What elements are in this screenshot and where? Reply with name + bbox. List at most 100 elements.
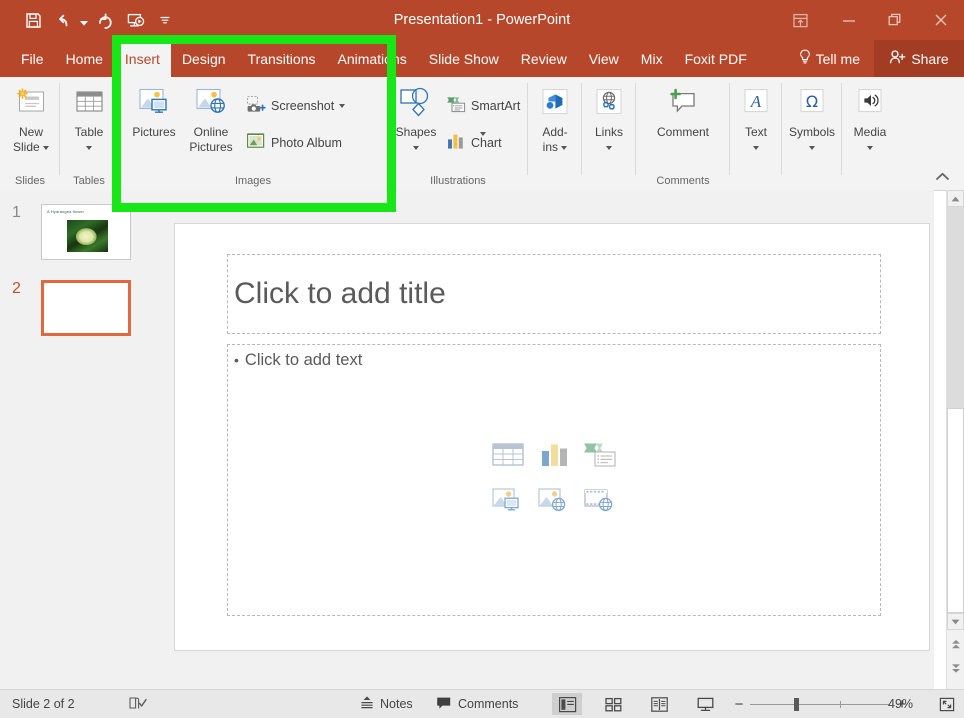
scrollbar-thumb[interactable] — [947, 408, 964, 613]
share-label: Share — [911, 51, 948, 67]
tab-slide-show[interactable]: Slide Show — [418, 40, 510, 77]
new-slide-label-2: Slide — [13, 140, 40, 154]
photo-album-button[interactable]: Photo Album — [246, 132, 342, 153]
share-button[interactable]: Share — [874, 40, 964, 77]
notes-button[interactable]: Notes — [360, 690, 413, 718]
media-button[interactable]: Media — [848, 84, 892, 154]
links-button[interactable]: Links — [588, 84, 630, 154]
table-button[interactable]: Table — [68, 84, 110, 154]
slide-canvas[interactable]: Click to add title Click to add text — [174, 223, 930, 651]
symbols-dropdown-icon[interactable] — [809, 146, 815, 150]
smartart-button[interactable]: SmartArt — [446, 95, 520, 116]
scroll-up-button[interactable] — [947, 190, 964, 207]
symbols-button[interactable]: Ω Symbols — [788, 84, 836, 154]
fit-slide-to-window-button[interactable] — [932, 693, 962, 715]
smartart-icon — [446, 95, 466, 116]
minimize-button[interactable] — [826, 0, 872, 40]
start-presentation-icon[interactable] — [120, 5, 150, 35]
close-button[interactable] — [918, 0, 964, 40]
zoom-out-button[interactable]: − — [728, 696, 750, 713]
table-dropdown-icon[interactable] — [86, 146, 92, 150]
ribbon-group-media: Media — [842, 77, 898, 190]
slide-thumbnail-2[interactable] — [41, 280, 131, 336]
scroll-down-button[interactable] — [947, 613, 964, 630]
screenshot-dropdown-icon[interactable] — [339, 104, 345, 108]
ribbon-display-options-button[interactable] — [774, 0, 826, 40]
insert-video-icon[interactable] — [583, 487, 617, 520]
normal-view-button[interactable] — [552, 693, 582, 715]
screenshot-button[interactable]: Screenshot — [246, 95, 345, 116]
tab-foxit-pdf[interactable]: Foxit PDF — [674, 40, 758, 77]
next-slide-button[interactable] — [947, 660, 964, 677]
spell-check-button[interactable] — [128, 690, 148, 718]
comments-label: Comments — [458, 697, 518, 711]
online-pictures-button[interactable]: Online Pictures — [184, 84, 238, 154]
new-slide-dropdown-icon[interactable] — [43, 146, 49, 150]
media-dropdown-icon[interactable] — [867, 146, 873, 150]
group-label-comments: Comments — [636, 175, 730, 187]
add-ins-icon — [537, 84, 573, 124]
tab-view[interactable]: View — [578, 40, 630, 77]
new-slide-button[interactable]: New Slide — [8, 84, 54, 154]
insert-table-icon[interactable] — [491, 441, 525, 474]
text-button[interactable]: A Text — [736, 84, 776, 154]
ribbon-group-images: Pictures Online Pictures — [118, 77, 388, 190]
shapes-button[interactable]: Shapes — [392, 84, 440, 154]
photo-album-icon — [246, 132, 266, 153]
pictures-button[interactable]: Pictures — [126, 84, 182, 139]
group-label-illustrations: Illustrations — [388, 175, 528, 187]
shapes-dropdown-icon[interactable] — [413, 146, 419, 150]
tab-insert[interactable]: Insert — [114, 40, 171, 77]
previous-slide-button[interactable] — [947, 636, 964, 653]
notes-icon — [360, 695, 374, 713]
insert-picture-icon[interactable] — [491, 487, 525, 520]
comment-button[interactable]: Comment — [646, 84, 720, 139]
online-pictures-label-1: Online — [194, 126, 229, 139]
title-placeholder[interactable]: Click to add title — [227, 254, 881, 334]
tab-review[interactable]: Review — [510, 40, 578, 77]
vertical-scrollbar[interactable] — [946, 190, 964, 690]
undo-icon[interactable] — [48, 5, 78, 35]
comments-button[interactable]: Comments — [436, 690, 518, 718]
symbols-icon: Ω — [794, 84, 830, 124]
slide-thumbnail-1[interactable]: A Hydrangea flower — [41, 204, 131, 260]
ribbon-group-slides: New Slide Slides — [0, 77, 60, 190]
tab-mix[interactable]: Mix — [630, 40, 674, 77]
tab-transitions[interactable]: Transitions — [237, 40, 327, 77]
text-dropdown-icon[interactable] — [753, 146, 759, 150]
slide-count-indicator[interactable]: Slide 2 of 2 — [12, 690, 75, 718]
content-placeholder[interactable]: Click to add text — [227, 344, 881, 616]
undo-dropdown-icon[interactable] — [78, 5, 90, 35]
redo-icon[interactable] — [90, 5, 120, 35]
insert-smartart-icon[interactable] — [583, 441, 617, 474]
zoom-level-label[interactable]: 49% — [888, 690, 913, 718]
add-ins-button[interactable]: Add- ins — [534, 84, 576, 154]
tab-file[interactable]: File — [10, 40, 55, 77]
customize-qat-icon[interactable] — [150, 5, 180, 35]
ribbon-group-add-ins: Add- ins — [528, 77, 582, 190]
save-icon[interactable] — [18, 5, 48, 35]
slide-1-title-text: A Hydrangea flower — [47, 209, 84, 214]
slide-sorter-button[interactable] — [598, 693, 628, 715]
reading-view-button[interactable] — [644, 693, 674, 715]
title-placeholder-text: Click to add title — [234, 277, 446, 311]
slides-thumbnail-panel[interactable]: 1 A Hydrangea flower 2 — [0, 190, 158, 690]
zoom-track[interactable] — [750, 704, 890, 705]
links-dropdown-icon[interactable] — [606, 146, 612, 150]
restore-button[interactable] — [872, 0, 918, 40]
slide-show-button[interactable] — [690, 693, 720, 715]
add-ins-dropdown-icon[interactable] — [561, 146, 567, 150]
zoom-slider[interactable]: − + — [728, 690, 914, 718]
collapse-ribbon-button[interactable] — [934, 168, 950, 184]
group-label-tables: Tables — [60, 175, 118, 187]
tell-me-box[interactable]: Tell me — [791, 40, 868, 77]
zoom-handle[interactable] — [794, 698, 799, 711]
insert-online-picture-icon[interactable] — [537, 487, 571, 520]
tab-animations[interactable]: Animations — [326, 40, 417, 77]
tab-design[interactable]: Design — [171, 40, 237, 77]
insert-chart-icon[interactable] — [537, 441, 571, 474]
tab-home[interactable]: Home — [55, 40, 114, 77]
ribbon-group-links: Links — [582, 77, 636, 190]
new-slide-icon — [13, 84, 49, 124]
chart-button[interactable]: Chart — [446, 132, 502, 153]
